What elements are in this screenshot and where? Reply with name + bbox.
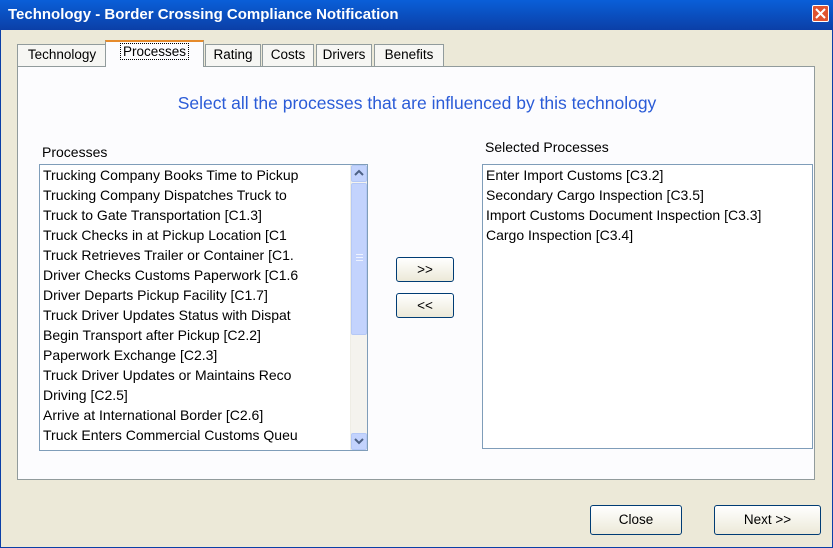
processes-panel: Select all the processes that are influe… [17, 66, 815, 480]
close-button[interactable]: Close [590, 505, 682, 535]
list-item[interactable]: Trucking Company Books Time to Pickup [40, 165, 367, 185]
tab-label: Processes [119, 43, 190, 60]
chevron-down-icon [354, 438, 364, 445]
processes-scrollbar[interactable] [350, 165, 367, 450]
selected-processes-listbox[interactable]: Enter Import Customs [C3.2] Secondary Car… [482, 164, 813, 449]
remove-process-button[interactable]: << [396, 293, 454, 318]
tab-processes[interactable]: Processes [105, 40, 204, 67]
tab-rating[interactable]: Rating [205, 44, 261, 66]
chevron-up-icon [354, 169, 364, 176]
title-bar: Technology - Border Crossing Compliance … [0, 0, 833, 30]
list-item[interactable]: Truck Driver Updates or Maintains Reco [40, 365, 367, 385]
selected-processes-label: Selected Processes [485, 139, 609, 155]
grip-line [356, 254, 363, 255]
list-item[interactable]: Truck Enters Commercial Customs Queu [40, 425, 367, 445]
list-item[interactable]: Paperwork Exchange [C2.3] [40, 345, 367, 365]
tab-label: Costs [270, 47, 306, 62]
instruction-text: Select all the processes that are influe… [177, 93, 657, 113]
list-item[interactable]: Truck Retrieves Trailer or Container [C1… [40, 245, 367, 265]
tab-drivers[interactable]: Drivers [316, 44, 372, 66]
list-item[interactable]: Enter Import Customs [C3.2] [483, 165, 812, 185]
tab-label: Benefits [384, 47, 434, 62]
tab-label: Rating [213, 47, 253, 62]
tab-technology[interactable]: Technology [17, 44, 107, 66]
next-button[interactable]: Next >> [714, 505, 821, 535]
processes-label: Processes [42, 144, 108, 160]
processes-listbox[interactable]: Trucking Company Books Time to Pickup Tru… [39, 164, 368, 451]
list-item[interactable]: Truck to Gate Transportation [C1.3] [40, 205, 367, 225]
list-item[interactable]: Trucking Company Dispatches Truck to [40, 185, 367, 205]
list-item[interactable]: Arrive at International Border [C2.6] [40, 405, 367, 425]
tab-label: Technology [27, 47, 97, 62]
scroll-up-button[interactable] [351, 165, 367, 182]
add-process-button[interactable]: >> [396, 257, 454, 282]
grip-line [356, 257, 363, 258]
scroll-thumb[interactable] [351, 183, 367, 335]
close-icon [815, 8, 826, 19]
list-item[interactable]: Import Customs Document Inspection [C3.3… [483, 205, 812, 225]
list-item[interactable]: Driving [C2.5] [40, 385, 367, 405]
window-title: Technology - Border Crossing Compliance … [8, 6, 399, 23]
selected-items: Enter Import Customs [C3.2] Secondary Car… [483, 165, 812, 245]
scroll-down-button[interactable] [351, 433, 367, 450]
list-item[interactable]: Cargo Inspection [C3.4] [483, 225, 812, 245]
close-window-button[interactable] [812, 5, 829, 22]
list-item[interactable]: Truck Driver Updates Status with Dispat [40, 305, 367, 325]
processes-items: Trucking Company Books Time to Pickup Tru… [40, 165, 367, 445]
list-item[interactable]: Driver Checks Customs Paperwork [C1.6 [40, 265, 367, 285]
tab-label: Drivers [322, 47, 366, 62]
list-item[interactable]: Truck Checks in at Pickup Location [C1 [40, 225, 367, 245]
list-item[interactable]: Secondary Cargo Inspection [C3.5] [483, 185, 812, 205]
grip-line [356, 260, 363, 261]
tab-benefits[interactable]: Benefits [374, 44, 444, 66]
list-item[interactable]: Driver Departs Pickup Facility [C1.7] [40, 285, 367, 305]
list-item[interactable]: Begin Transport after Pickup [C2.2] [40, 325, 367, 345]
tab-costs[interactable]: Costs [262, 44, 314, 66]
